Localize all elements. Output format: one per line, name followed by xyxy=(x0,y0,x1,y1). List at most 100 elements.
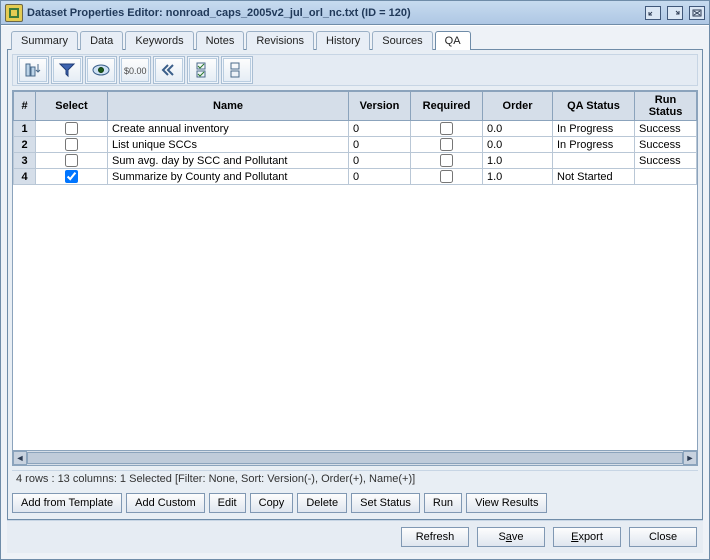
tab-bar: Summary Data Keywords Notes Revisions Hi… xyxy=(7,31,703,50)
table-toolbar: $0.00 xyxy=(12,54,698,86)
col-run-status[interactable]: Run Status xyxy=(635,92,697,121)
run-status-cell xyxy=(635,169,697,185)
required-checkbox[interactable] xyxy=(440,122,453,135)
version-cell: 0 xyxy=(349,121,411,137)
qa-status-cell: In Progress xyxy=(553,121,635,137)
table-row[interactable]: 1Create annual inventory00.0In ProgressS… xyxy=(14,121,697,137)
qa-table: # Select Name Version Required Order QA … xyxy=(13,91,697,185)
scroll-thumb[interactable] xyxy=(27,452,683,464)
add-from-template-button[interactable]: Add from Template xyxy=(12,493,122,513)
reset-button[interactable] xyxy=(155,58,183,82)
window-title: Dataset Properties Editor: nonroad_caps_… xyxy=(27,7,641,19)
qa-button-row: Add from Template Add Custom Edit Copy D… xyxy=(12,491,698,515)
close-dialog-button[interactable]: Close xyxy=(629,527,697,547)
sort-button[interactable] xyxy=(19,58,47,82)
select-checkbox[interactable] xyxy=(65,154,78,167)
required-cell[interactable] xyxy=(411,153,483,169)
view-button[interactable] xyxy=(87,58,115,82)
required-checkbox[interactable] xyxy=(440,170,453,183)
row-number: 4 xyxy=(14,169,36,185)
name-cell: Create annual inventory xyxy=(108,121,349,137)
tab-sources[interactable]: Sources xyxy=(372,31,432,50)
select-cell[interactable] xyxy=(36,137,108,153)
order-cell: 1.0 xyxy=(483,153,553,169)
col-select[interactable]: Select xyxy=(36,92,108,121)
close-button[interactable] xyxy=(689,6,705,20)
run-status-cell: Success xyxy=(635,153,697,169)
select-cell[interactable] xyxy=(36,121,108,137)
col-qa-status[interactable]: QA Status xyxy=(553,92,635,121)
col-version[interactable]: Version xyxy=(349,92,411,121)
dialog-footer: Refresh Save Export Close xyxy=(7,520,703,553)
window-buttons xyxy=(645,6,705,20)
tab-panel-qa: $0.00 xyxy=(7,49,703,520)
qa-status-cell: Not Started xyxy=(553,169,635,185)
select-cell[interactable] xyxy=(36,169,108,185)
svg-text:$0.00: $0.00 xyxy=(124,66,147,76)
select-checkbox[interactable] xyxy=(65,138,78,151)
content-area: Summary Data Keywords Notes Revisions Hi… xyxy=(1,25,709,559)
table-row[interactable]: 4 Summarize by County and Pollutant0 1.0No… xyxy=(14,169,697,185)
order-cell: 0.0 xyxy=(483,137,553,153)
table-scroll[interactable]: # Select Name Version Required Order QA … xyxy=(13,91,697,450)
tab-summary[interactable]: Summary xyxy=(11,31,78,50)
qa-status-cell: In Progress xyxy=(553,137,635,153)
filter-button[interactable] xyxy=(53,58,81,82)
required-checkbox[interactable] xyxy=(440,154,453,167)
version-cell: 0 xyxy=(349,153,411,169)
horizontal-scrollbar[interactable]: ◄ ► xyxy=(13,450,697,465)
status-bar: 4 rows : 13 columns: 1 Selected [Filter:… xyxy=(12,470,698,487)
app-icon xyxy=(5,4,23,22)
order-cell: 0.0 xyxy=(483,121,553,137)
col-name[interactable]: Name xyxy=(108,92,349,121)
window: Dataset Properties Editor: nonroad_caps_… xyxy=(0,0,710,560)
version-cell: 0 xyxy=(349,169,411,185)
edit-button[interactable]: Edit xyxy=(209,493,246,513)
set-status-button[interactable]: Set Status xyxy=(351,493,420,513)
table-row[interactable]: 3Sum avg. day by SCC and Pollutant01.0Su… xyxy=(14,153,697,169)
tab-history[interactable]: History xyxy=(316,31,370,50)
view-results-button[interactable]: View Results xyxy=(466,493,547,513)
tab-qa[interactable]: QA xyxy=(435,31,471,50)
save-button[interactable]: Save xyxy=(477,527,545,547)
tab-notes[interactable]: Notes xyxy=(196,31,245,50)
header-row: # Select Name Version Required Order QA … xyxy=(14,92,697,121)
name-cell: List unique SCCs xyxy=(108,137,349,153)
required-cell[interactable] xyxy=(411,121,483,137)
row-number: 2 xyxy=(14,137,36,153)
select-checkbox[interactable] xyxy=(65,170,78,183)
delete-button[interactable]: Delete xyxy=(297,493,347,513)
run-status-cell: Success xyxy=(635,137,697,153)
format-button[interactable]: $0.00 xyxy=(121,58,149,82)
version-cell: 0 xyxy=(349,137,411,153)
tab-keywords[interactable]: Keywords xyxy=(125,31,193,50)
name-cell: Summarize by County and Pollutant xyxy=(108,169,349,185)
select-all-button[interactable] xyxy=(189,58,217,82)
scroll-right-icon[interactable]: ► xyxy=(683,451,697,465)
scroll-left-icon[interactable]: ◄ xyxy=(13,451,27,465)
col-order[interactable]: Order xyxy=(483,92,553,121)
minimize-button[interactable] xyxy=(645,6,661,20)
col-num[interactable]: # xyxy=(14,92,36,121)
row-number: 1 xyxy=(14,121,36,137)
clear-selection-button[interactable] xyxy=(223,58,251,82)
required-cell[interactable] xyxy=(411,169,483,185)
tab-revisions[interactable]: Revisions xyxy=(246,31,314,50)
maximize-button[interactable] xyxy=(667,6,683,20)
copy-button[interactable]: Copy xyxy=(250,493,294,513)
titlebar: Dataset Properties Editor: nonroad_caps_… xyxy=(1,1,709,25)
export-button[interactable]: Export xyxy=(553,527,621,547)
add-custom-button[interactable]: Add Custom xyxy=(126,493,205,513)
tab-data[interactable]: Data xyxy=(80,31,123,50)
col-required[interactable]: Required xyxy=(411,92,483,121)
run-button[interactable]: Run xyxy=(424,493,462,513)
table-row[interactable]: 2 List unique SCCs0 0.0In ProgressSuccess xyxy=(14,137,697,153)
select-checkbox[interactable] xyxy=(65,122,78,135)
row-number: 3 xyxy=(14,153,36,169)
order-cell: 1.0 xyxy=(483,169,553,185)
qa-status-cell xyxy=(553,153,635,169)
select-cell[interactable] xyxy=(36,153,108,169)
required-checkbox[interactable] xyxy=(440,138,453,151)
refresh-button[interactable]: Refresh xyxy=(401,527,469,547)
required-cell[interactable] xyxy=(411,137,483,153)
